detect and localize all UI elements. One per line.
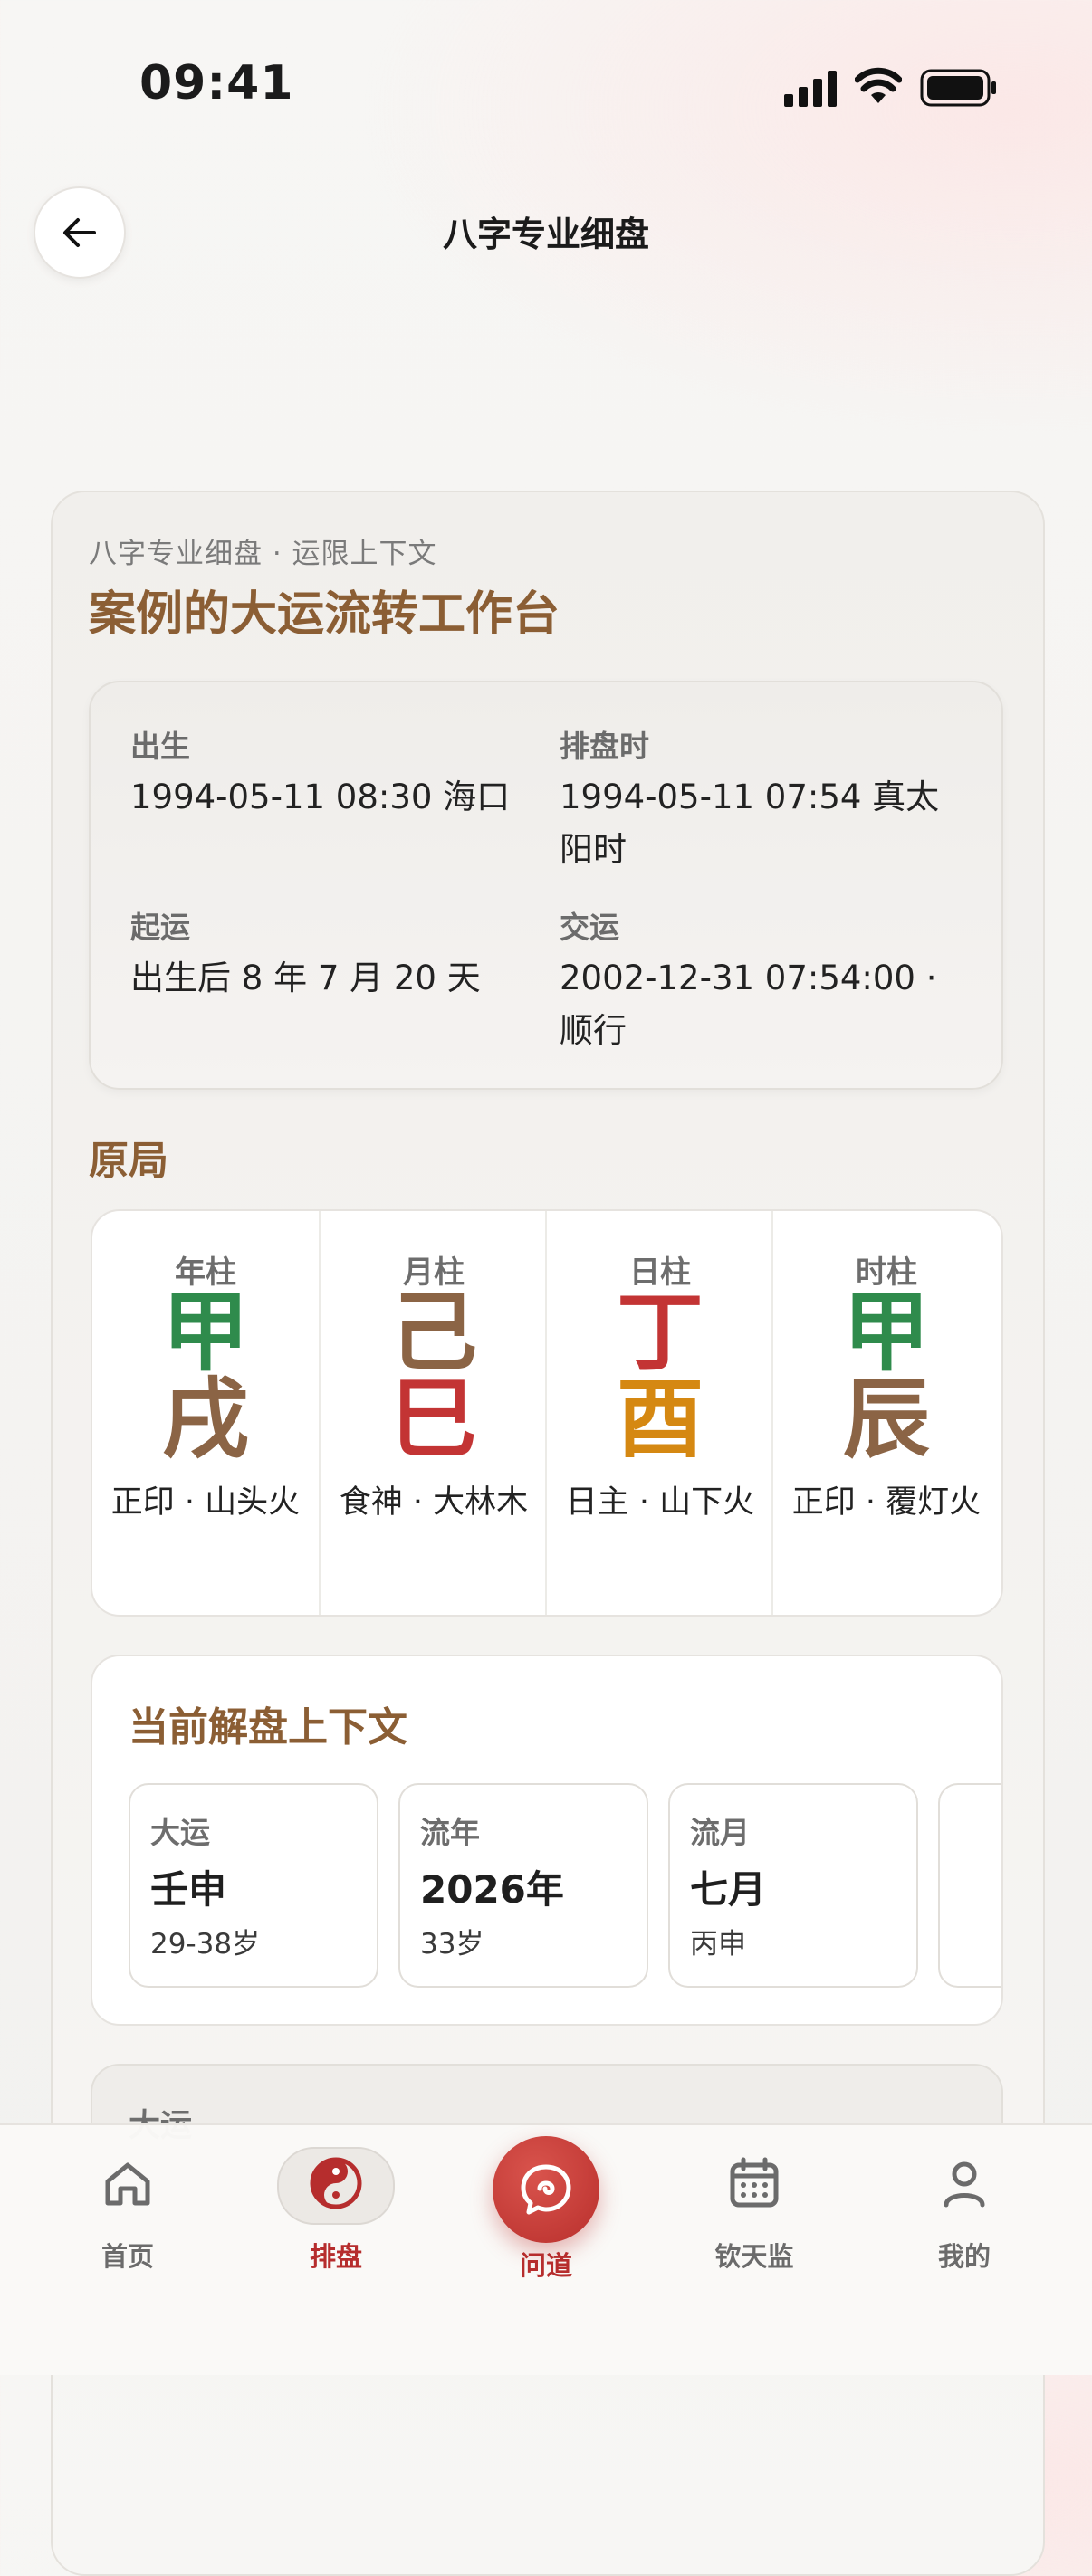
yin-yang-icon — [310, 2157, 362, 2209]
section-original-chart: 原局 — [89, 1138, 168, 1184]
chip-sub: 33岁 — [420, 1928, 484, 1961]
context-chip-liuyue[interactable]: 流月 七月 丙申 — [668, 1783, 918, 1988]
context-chip-dayun[interactable]: 大运 壬申 29-38岁 — [129, 1783, 378, 1988]
context-chip-overflow[interactable] — [938, 1783, 1001, 1988]
user-icon — [944, 2161, 985, 2208]
heavenly-stem: 甲 — [843, 1282, 930, 1383]
tab-label: 钦天监 — [714, 2241, 794, 2272]
birth-label: 出生 — [130, 729, 190, 764]
start-luck-label: 起运 — [130, 910, 190, 945]
tab-profile[interactable]: 我的 — [887, 2154, 1041, 2299]
chip-label: 流年 — [420, 1815, 480, 1850]
earthly-branch: 巳 — [390, 1369, 477, 1470]
earthly-branch: 戌 — [162, 1369, 249, 1470]
pillar-desc: 正印 · 覆灯火 — [791, 1484, 982, 1521]
chip-value: 七月 — [690, 1867, 767, 1912]
card-kicker: 八字专业细盘 · 运限上下文 — [89, 538, 437, 570]
tab-label: 首页 — [101, 2241, 154, 2272]
heavenly-stem: 甲 — [162, 1282, 249, 1383]
context-title: 当前解盘上下文 — [129, 1704, 407, 1751]
battery-icon — [920, 69, 996, 107]
signal-icon — [784, 71, 837, 107]
chip-value: 壬申 — [150, 1867, 227, 1912]
card-title: 案例的大运流转工作台 — [89, 587, 560, 642]
chart-time-label: 排盘时 — [560, 729, 649, 764]
pillar-desc: 食神 · 大林木 — [339, 1484, 529, 1521]
pillar-desc: 日主 · 山下火 — [565, 1484, 755, 1521]
page-title: 八字专业细盘 — [442, 215, 649, 254]
birth-value: 1994-05-11 08:30 海口 — [130, 778, 511, 816]
status-time: 09:41 — [139, 56, 294, 110]
chart-time-value: 1994-05-11 07:54 真太阳时 — [560, 778, 940, 869]
earthly-branch: 辰 — [843, 1369, 930, 1470]
handover-value: 2002-12-31 07:54:00 · 顺行 — [560, 959, 937, 1050]
start-luck-value: 出生后 8 年 7 月 20 天 — [130, 959, 481, 997]
calendar-icon — [730, 2157, 779, 2208]
tab-label: 问道 — [519, 2250, 572, 2281]
tab-home[interactable]: 首页 — [51, 2154, 205, 2299]
chip-label: 大运 — [150, 1815, 210, 1850]
handover-label: 交运 — [560, 910, 619, 945]
tab-label: 我的 — [937, 2241, 991, 2272]
pillar-hour[interactable]: 时柱 甲 辰 正印 · 覆灯火 — [771, 1211, 1000, 1615]
birth-info-panel: 出生 1994-05-11 08:30 海口 排盘时 1994-05-11 07… — [89, 681, 1003, 1090]
tab-label: 排盘 — [309, 2241, 362, 2272]
pillar-month[interactable]: 月柱 己 巳 食神 · 大林木 — [319, 1211, 547, 1615]
tab-qintianjian[interactable]: 钦天监 — [677, 2154, 831, 2299]
current-context-panel: 当前解盘上下文 大运 壬申 29-38岁 流年 2026年 33岁 流月 七月 … — [91, 1655, 1003, 2026]
chip-label: 流月 — [690, 1815, 750, 1850]
tab-chart[interactable]: 排盘 — [259, 2147, 413, 2299]
status-bar: 09:41 — [0, 0, 1092, 172]
home-icon — [105, 2162, 150, 2206]
chat-icon — [521, 2164, 571, 2215]
pillar-year[interactable]: 年柱 甲 戌 正印 · 山头火 — [92, 1211, 319, 1615]
wifi-icon — [855, 67, 902, 103]
ask-dao-button[interactable] — [493, 2136, 599, 2243]
chip-sub: 29-38岁 — [150, 1928, 261, 1961]
heavenly-stem: 己 — [390, 1282, 477, 1383]
four-pillars: 年柱 甲 戌 正印 · 山头火 月柱 己 巳 食神 · 大林木 日柱 丁 酉 日… — [91, 1209, 1003, 1617]
chip-sub: 丙申 — [690, 1928, 746, 1961]
context-chip-liunian[interactable]: 流年 2026年 33岁 — [398, 1783, 648, 1988]
chip-value: 2026年 — [420, 1867, 564, 1912]
earthly-branch: 酉 — [617, 1369, 704, 1470]
pillar-day[interactable]: 日柱 丁 酉 日主 · 山下火 — [545, 1211, 773, 1615]
heavenly-stem: 丁 — [617, 1282, 704, 1383]
pillar-desc: 正印 · 山头火 — [110, 1484, 301, 1521]
